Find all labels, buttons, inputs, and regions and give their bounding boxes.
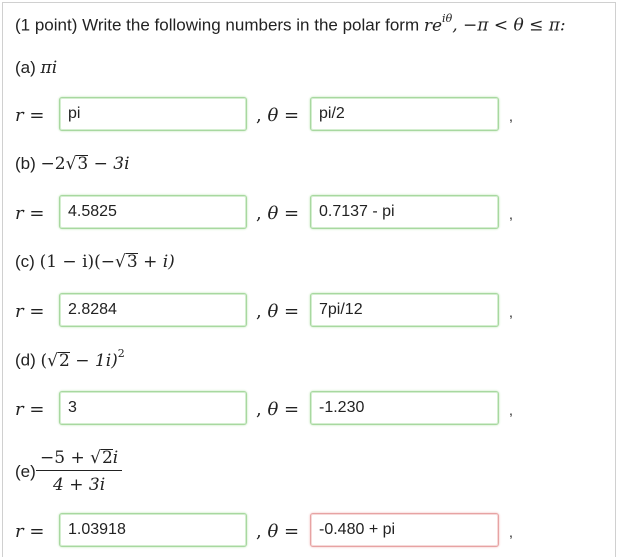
trailing-comma: ,: [509, 524, 513, 540]
part-c-theta-input[interactable]: 7pi/12: [310, 293, 499, 327]
trailing-comma: ,: [509, 206, 513, 222]
part-c-r-input[interactable]: 2.8284: [59, 293, 247, 327]
part-a-answer-row: r = pi , θ = pi/2 ,: [15, 97, 615, 133]
part-d-expr: (√2 − 1i)2: [40, 347, 125, 371]
theta-label: , θ =: [256, 105, 300, 126]
part-a-expr: πi: [40, 58, 58, 78]
r-label: r =: [15, 105, 45, 126]
part-c-prompt: (c) (1 − i)(−√3 + i): [15, 252, 175, 272]
instruction-text: Write the following numbers in the polar…: [82, 15, 420, 35]
problem-statement: (1 point) Write the following numbers in…: [15, 12, 566, 36]
part-b-answer-row: r = 4.5825 , θ = 0.7137 - pi ,: [15, 195, 615, 231]
part-b-theta-input[interactable]: 0.7137 - pi: [310, 195, 499, 229]
part-e-label: (e): [15, 462, 36, 481]
angle-range: , −π < θ ≤ π:: [452, 15, 566, 36]
part-c-expr: (1 − i)(−√3 + i): [39, 252, 175, 272]
part-e-answer-row: r = 1.03918 , θ = -0.480 + pi ,: [15, 513, 615, 549]
part-b-r-input[interactable]: 4.5825: [59, 195, 247, 229]
part-b-prompt: (b) −2√3 − 3i: [15, 154, 130, 174]
part-a-prompt: (a) πi: [15, 58, 58, 78]
fraction-denominator: 4 + 3i: [53, 475, 106, 495]
part-b-expr: −2√3 − 3i: [40, 154, 130, 174]
theta-label: , θ =: [256, 399, 300, 420]
part-d-r-input[interactable]: 3: [59, 391, 247, 425]
part-e-theta-input[interactable]: -0.480 + pi: [310, 513, 499, 547]
part-d-prompt: (d) (√2 − 1i)2: [15, 347, 125, 371]
trailing-comma: ,: [509, 402, 513, 418]
theta-label: , θ =: [256, 521, 300, 542]
part-d-theta-input[interactable]: -1.230: [310, 391, 499, 425]
r-label: r =: [15, 203, 45, 224]
part-d-answer-row: r = 3 , θ = -1.230 ,: [15, 391, 615, 427]
part-c-answer-row: r = 2.8284 , θ = 7pi/12 ,: [15, 293, 615, 329]
r-label: r =: [15, 521, 45, 542]
trailing-comma: ,: [509, 108, 513, 124]
part-e-fraction: −5 + √2i 4 + 3i: [36, 448, 123, 495]
fraction-numerator: −5 + √2i: [36, 448, 123, 471]
part-a-theta-input[interactable]: pi/2: [310, 97, 499, 131]
part-e-r-input[interactable]: 1.03918: [59, 513, 247, 547]
r-label: r =: [15, 399, 45, 420]
points-label: (1 point): [15, 15, 78, 35]
theta-label: , θ =: [256, 301, 300, 322]
part-a-r-input[interactable]: pi: [59, 97, 247, 131]
r-label: r =: [15, 301, 45, 322]
polar-form: reiθ: [423, 12, 453, 36]
theta-label: , θ =: [256, 203, 300, 224]
trailing-comma: ,: [509, 304, 513, 320]
